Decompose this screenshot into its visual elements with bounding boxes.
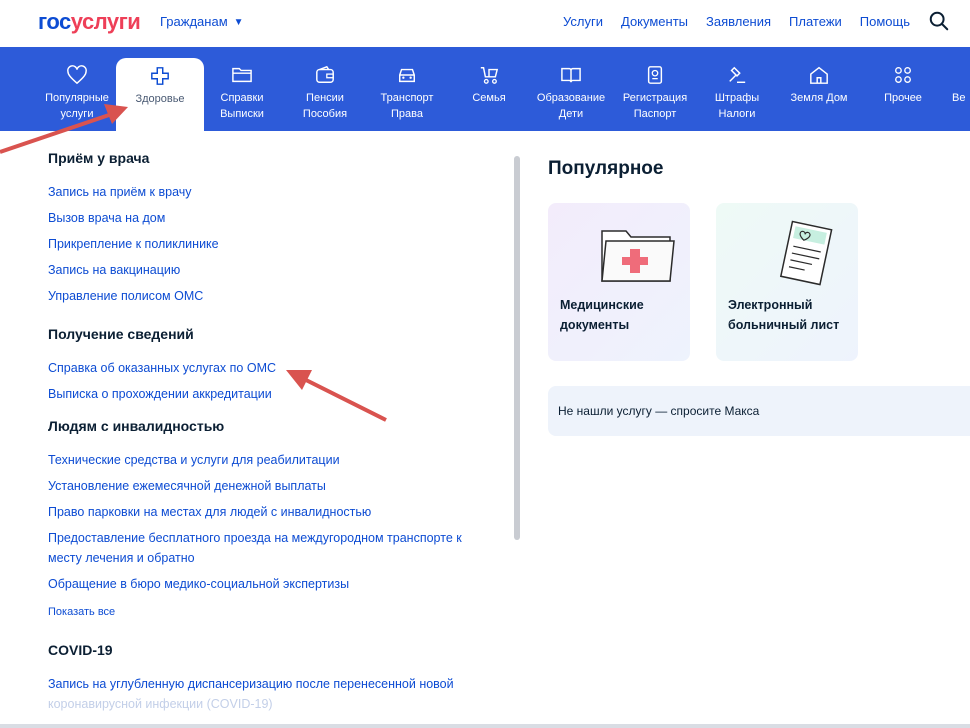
stroller-icon <box>480 67 499 84</box>
link-monthly-payment[interactable]: Установление ежемесячной денежной выплат… <box>48 476 508 496</box>
ask-max-text: Не нашли услугу — спросите Макса <box>558 404 760 418</box>
category-land-home[interactable]: Земля Дом <box>776 47 862 131</box>
car-icon <box>399 68 415 83</box>
book-icon <box>561 67 581 83</box>
link-vaccination[interactable]: Запись на вакцинацию <box>48 260 508 280</box>
nav-applications[interactable]: Заявления <box>706 14 771 29</box>
section-title-covid: COVID-19 <box>48 642 113 658</box>
top-nav: Услуги Документы Заявления Платежи Помощ… <box>545 14 910 29</box>
category-registration[interactable]: Регистрация Паспорт <box>612 47 698 131</box>
card-sick-leave[interactable]: Электронный больничный лист <box>716 203 858 361</box>
folder-icon <box>232 67 252 83</box>
audience-label: Гражданам <box>160 14 228 29</box>
category-transport[interactable]: Транспорт Права <box>364 47 450 131</box>
link-doctor-appointment[interactable]: Запись на приём к врачу <box>48 182 508 202</box>
ask-max-banner[interactable]: Не нашли услугу — спросите Макса <box>548 386 970 436</box>
bottom-edge <box>0 724 970 728</box>
category-fines[interactable]: Штрафы Налоги <box>694 47 780 131</box>
link-rehab-means[interactable]: Технические средства и услуги для реабил… <box>48 450 508 470</box>
scrollbar[interactable] <box>514 156 520 540</box>
category-pensions[interactable]: Пенсии Пособия <box>282 47 368 131</box>
chevron-down-icon: ▼ <box>233 17 244 28</box>
link-covid-dispensary-cont[interactable]: коронавирусной инфекции (COVID-19) <box>48 694 508 714</box>
show-all-link[interactable]: Показать все <box>48 606 508 618</box>
audience-selector[interactable]: Гражданам ▼ <box>160 14 244 29</box>
link-parking-right[interactable]: Право парковки на местах для людей с инв… <box>48 502 508 522</box>
link-covid-dispensary[interactable]: Запись на углубленную диспансеризацию по… <box>48 674 508 694</box>
gavel-icon <box>729 66 746 83</box>
link-free-travel[interactable]: Предоставление бесплатного проезда на ме… <box>48 528 488 568</box>
nav-payments[interactable]: Платежи <box>789 14 842 29</box>
link-oms-policy[interactable]: Управление полисом ОМС <box>48 286 508 306</box>
heart-icon <box>67 65 87 85</box>
category-education[interactable]: Образование Дети <box>528 47 614 131</box>
category-certificates[interactable]: Справки Выписки <box>199 47 285 131</box>
category-bar: Популярные услуги Здоровье Справки Выписки… <box>0 47 970 131</box>
section-title-disability: Людям с инвалидностью <box>48 418 225 434</box>
passport-icon <box>647 66 663 84</box>
link-mse-bureau[interactable]: Обращение в бюро медико-социальной экспе… <box>48 574 508 594</box>
section-title-info: Получение сведений <box>48 326 194 342</box>
medical-cross-icon <box>151 67 169 85</box>
nav-help[interactable]: Помощь <box>860 14 910 29</box>
section-title-doctor: Приём у врача <box>48 150 150 166</box>
top-header: госуслуги Гражданам ▼ Услуги Документы За… <box>0 0 970 46</box>
house-icon <box>810 66 828 84</box>
gosuslugi-logo[interactable]: госуслуги <box>38 9 141 35</box>
link-clinic-attachment[interactable]: Прикрепление к поликлинике <box>48 234 508 254</box>
popular-title: Популярное <box>548 158 664 179</box>
link-accreditation-extract[interactable]: Выписка о прохождении аккредитации <box>48 384 508 404</box>
category-popular[interactable]: Популярные услуги <box>34 47 120 131</box>
grid-icon <box>895 67 911 83</box>
card-medical-documents-label: Медицинские документы <box>560 298 644 332</box>
nav-documents[interactable]: Документы <box>621 14 688 29</box>
category-family[interactable]: Семья <box>446 47 532 131</box>
wallet-icon <box>316 65 334 83</box>
medical-folder-icon <box>601 230 675 282</box>
link-oms-services-certificate[interactable]: Справка об оказанных услугах по ОМС <box>48 358 508 378</box>
nav-services[interactable]: Услуги <box>563 14 603 29</box>
search-icon[interactable] <box>928 10 950 32</box>
card-sick-leave-label: Электронный больничный лист <box>728 298 840 332</box>
category-health[interactable]: Здоровье <box>116 58 204 131</box>
services-list: Приём у врача Запись на приём к врачу Вы… <box>48 150 508 720</box>
sick-leave-document-icon <box>779 220 833 286</box>
link-doctor-home-visit[interactable]: Вызов врача на дом <box>48 208 508 228</box>
category-other[interactable]: Прочее <box>860 47 946 131</box>
category-partial[interactable]: Ве <box>952 47 970 131</box>
card-medical-documents[interactable]: Медицинские документы <box>548 203 690 361</box>
